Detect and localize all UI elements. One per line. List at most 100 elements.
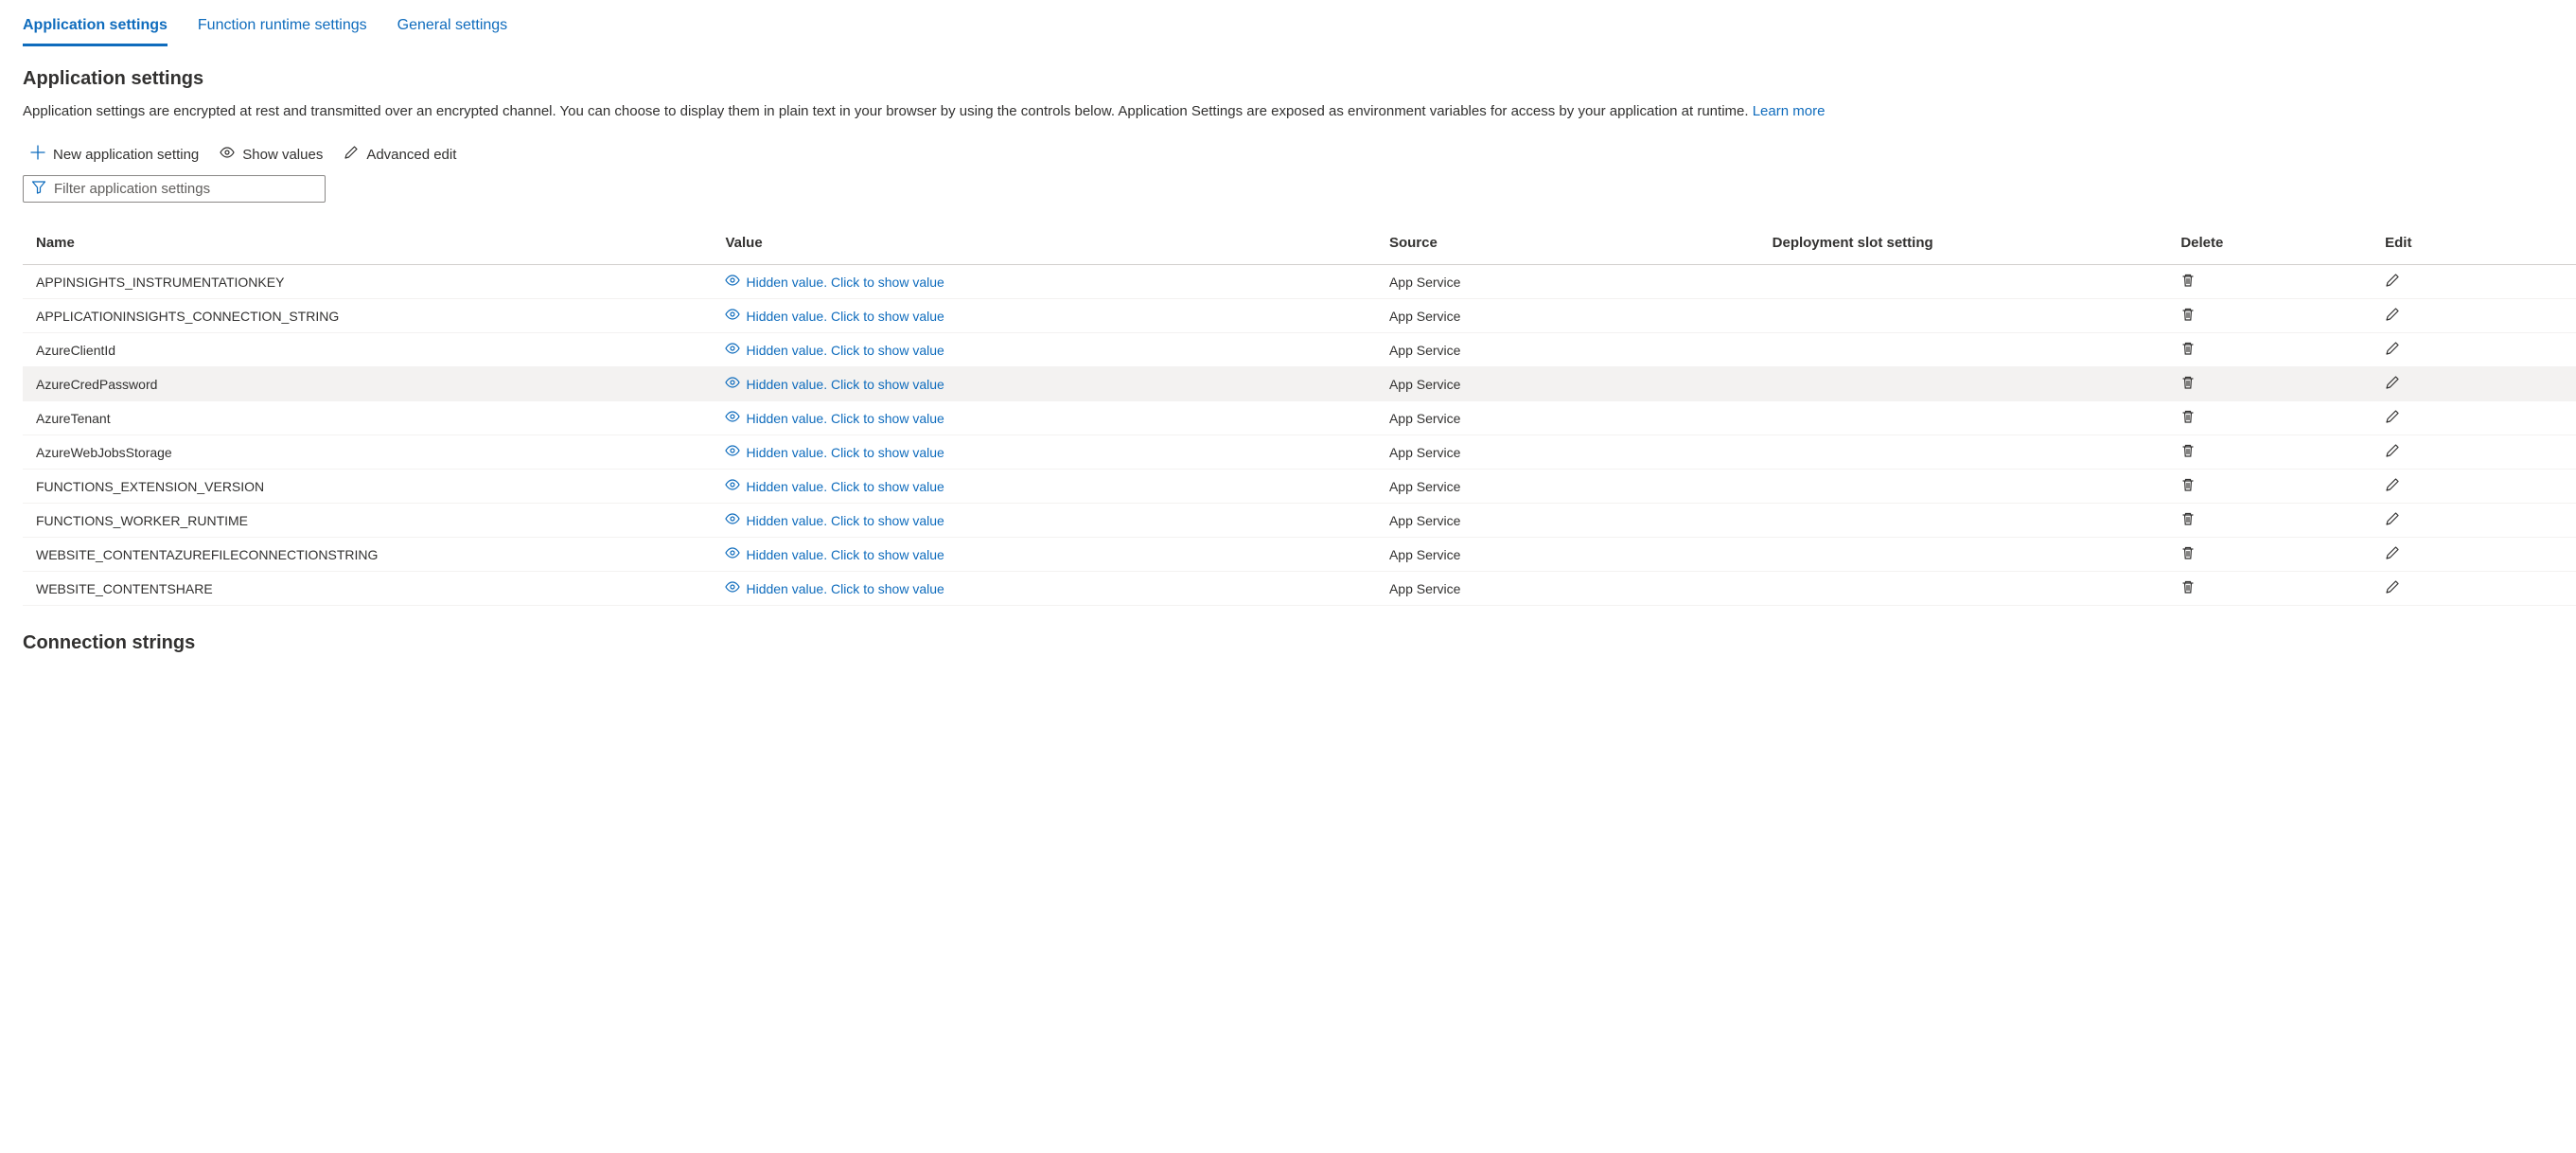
new-application-setting-button[interactable]: New application setting bbox=[30, 145, 199, 164]
section-description: Application settings are encrypted at re… bbox=[0, 98, 2576, 130]
show-value-link[interactable]: Hidden value. Click to show value bbox=[725, 375, 944, 393]
eye-icon bbox=[725, 341, 740, 359]
application-settings-table: Name Value Source Deployment slot settin… bbox=[23, 223, 2576, 606]
col-header-slot[interactable]: Deployment slot setting bbox=[1759, 223, 2168, 265]
table-row[interactable]: AzureWebJobsStorage Hidden value. Click t… bbox=[23, 435, 2576, 470]
col-header-value[interactable]: Value bbox=[712, 223, 1375, 265]
settings-tabs: Application settings Function runtime se… bbox=[0, 0, 2576, 47]
edit-button[interactable] bbox=[2385, 443, 2400, 461]
section-description-text: Application settings are encrypted at re… bbox=[23, 103, 1753, 119]
setting-source: App Service bbox=[1376, 538, 1759, 572]
setting-name: AzureWebJobsStorage bbox=[23, 435, 712, 470]
col-header-edit: Edit bbox=[2372, 223, 2576, 265]
setting-source: App Service bbox=[1376, 504, 1759, 538]
setting-name: APPINSIGHTS_INSTRUMENTATIONKEY bbox=[23, 265, 712, 299]
show-value-link[interactable]: Hidden value. Click to show value bbox=[725, 477, 944, 495]
col-header-delete: Delete bbox=[2167, 223, 2372, 265]
delete-button[interactable] bbox=[2180, 545, 2196, 563]
edit-button[interactable] bbox=[2385, 511, 2400, 529]
setting-slot bbox=[1759, 470, 2168, 504]
show-value-link[interactable]: Hidden value. Click to show value bbox=[725, 511, 944, 529]
funnel-icon bbox=[31, 180, 46, 198]
setting-value-cell: Hidden value. Click to show value bbox=[712, 435, 1375, 470]
advanced-edit-label: Advanced edit bbox=[366, 147, 456, 163]
col-header-source[interactable]: Source bbox=[1376, 223, 1759, 265]
setting-slot bbox=[1759, 538, 2168, 572]
setting-value-cell: Hidden value. Click to show value bbox=[712, 504, 1375, 538]
advanced-edit-button[interactable]: Advanced edit bbox=[344, 145, 456, 164]
setting-value-cell: Hidden value. Click to show value bbox=[712, 265, 1375, 299]
col-header-name[interactable]: Name bbox=[23, 223, 712, 265]
table-row[interactable]: APPINSIGHTS_INSTRUMENTATIONKEY Hidden val… bbox=[23, 265, 2576, 299]
show-value-link[interactable]: Hidden value. Click to show value bbox=[725, 273, 944, 291]
setting-slot bbox=[1759, 367, 2168, 401]
show-value-link[interactable]: Hidden value. Click to show value bbox=[725, 545, 944, 563]
table-row[interactable]: APPLICATIONINSIGHTS_CONNECTION_STRINGHid… bbox=[23, 299, 2576, 333]
tab-application-settings[interactable]: Application settings bbox=[23, 17, 168, 46]
setting-value-cell: Hidden value. Click to show value bbox=[712, 538, 1375, 572]
table-row[interactable]: FUNCTIONS_WORKER_RUNTIME Hidden value. Cl… bbox=[23, 504, 2576, 538]
setting-name: FUNCTIONS_WORKER_RUNTIME bbox=[23, 504, 712, 538]
hidden-value-text: Hidden value. Click to show value bbox=[746, 513, 944, 528]
filter-application-settings[interactable] bbox=[23, 175, 326, 203]
eye-icon bbox=[725, 375, 740, 393]
pencil-icon bbox=[2385, 375, 2400, 393]
table-row[interactable]: WEBSITE_CONTENTSHAREHidden value. Click … bbox=[23, 572, 2576, 606]
setting-source: App Service bbox=[1376, 333, 1759, 367]
show-values-button[interactable]: Show values bbox=[220, 145, 323, 164]
delete-button[interactable] bbox=[2180, 579, 2196, 597]
show-values-label: Show values bbox=[242, 147, 323, 163]
hidden-value-text: Hidden value. Click to show value bbox=[746, 309, 944, 324]
show-value-link[interactable]: Hidden value. Click to show value bbox=[725, 307, 944, 325]
setting-slot bbox=[1759, 333, 2168, 367]
tab-general-settings[interactable]: General settings bbox=[397, 17, 508, 46]
eye-icon bbox=[725, 409, 740, 427]
table-row[interactable]: WEBSITE_CONTENTAZUREFILECONNECTIONSTRING… bbox=[23, 538, 2576, 572]
hidden-value-text: Hidden value. Click to show value bbox=[746, 581, 944, 596]
connection-strings-title: Connection strings bbox=[0, 606, 2576, 662]
edit-button[interactable] bbox=[2385, 273, 2400, 291]
delete-button[interactable] bbox=[2180, 375, 2196, 393]
edit-button[interactable] bbox=[2385, 341, 2400, 359]
table-row[interactable]: AzureTenantHidden value. Click to show v… bbox=[23, 401, 2576, 435]
show-value-link[interactable]: Hidden value. Click to show value bbox=[725, 443, 944, 461]
trash-icon bbox=[2180, 375, 2196, 393]
delete-button[interactable] bbox=[2180, 273, 2196, 291]
show-value-link[interactable]: Hidden value. Click to show value bbox=[725, 409, 944, 427]
section-title: Application settings bbox=[0, 47, 2576, 98]
delete-button[interactable] bbox=[2180, 409, 2196, 427]
filter-input[interactable] bbox=[54, 181, 317, 197]
edit-button[interactable] bbox=[2385, 375, 2400, 393]
delete-button[interactable] bbox=[2180, 307, 2196, 325]
table-row[interactable]: AzureCredPasswordHidden value. Click to … bbox=[23, 367, 2576, 401]
setting-value-cell: Hidden value. Click to show value bbox=[712, 470, 1375, 504]
show-value-link[interactable]: Hidden value. Click to show value bbox=[725, 579, 944, 597]
setting-source: App Service bbox=[1376, 265, 1759, 299]
show-value-link[interactable]: Hidden value. Click to show value bbox=[725, 341, 944, 359]
delete-button[interactable] bbox=[2180, 477, 2196, 495]
setting-slot bbox=[1759, 401, 2168, 435]
setting-slot bbox=[1759, 435, 2168, 470]
trash-icon bbox=[2180, 477, 2196, 495]
edit-button[interactable] bbox=[2385, 409, 2400, 427]
setting-slot bbox=[1759, 572, 2168, 606]
tab-function-runtime-settings[interactable]: Function runtime settings bbox=[198, 17, 367, 46]
delete-button[interactable] bbox=[2180, 341, 2196, 359]
edit-button[interactable] bbox=[2385, 477, 2400, 495]
table-row[interactable]: AzureClientIdHidden value. Click to show… bbox=[23, 333, 2576, 367]
delete-button[interactable] bbox=[2180, 443, 2196, 461]
edit-button[interactable] bbox=[2385, 579, 2400, 597]
settings-toolbar: New application setting Show values Adva… bbox=[0, 130, 2576, 164]
trash-icon bbox=[2180, 545, 2196, 563]
edit-button[interactable] bbox=[2385, 307, 2400, 325]
delete-button[interactable] bbox=[2180, 511, 2196, 529]
eye-icon bbox=[725, 545, 740, 563]
pencil-icon bbox=[2385, 545, 2400, 563]
setting-source: App Service bbox=[1376, 572, 1759, 606]
pencil-icon bbox=[344, 145, 359, 164]
setting-value-cell: Hidden value. Click to show value bbox=[712, 401, 1375, 435]
hidden-value-text: Hidden value. Click to show value bbox=[746, 479, 944, 494]
table-row[interactable]: FUNCTIONS_EXTENSION_VERSIONHidden value.… bbox=[23, 470, 2576, 504]
learn-more-link[interactable]: Learn more bbox=[1753, 103, 1826, 119]
edit-button[interactable] bbox=[2385, 545, 2400, 563]
